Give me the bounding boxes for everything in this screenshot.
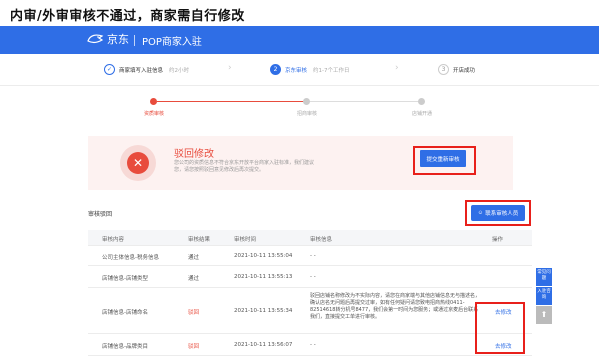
consult-button[interactable]: 入驻咨询 [536,287,552,305]
column-header: 审核内容 [102,237,125,243]
chevron-right-icon: › [395,63,399,73]
column-header: 审核时间 [234,237,257,243]
header-bar: 京东 POP商家入驻 [0,26,599,54]
logo-text: 京东 [107,33,129,46]
column-header: 操作 [492,237,504,243]
progress-label: 店铺开通 [411,111,433,117]
table-row: 店铺信息-店铺命名 驳回 2021-10-11 13:55:34 驳回店铺名称修… [88,288,532,334]
table-row: 店铺信息-品牌类目 驳回 2021-10-11 13:56:07 - - 去修改 [88,334,532,356]
step-number: 2 [270,64,281,75]
table-row: 店铺信息-店铺类型 通过 2021-10-11 13:55:13 - - [88,266,532,288]
review-info: - - [310,274,316,280]
review-content: 公司主体信息-税务信息 [102,255,159,261]
reject-title: 驳回修改 [174,149,214,160]
review-content: 店铺信息-店铺命名 [102,310,148,316]
header-divider [134,35,135,46]
progress-dot [418,98,425,105]
chevron-right-icon: › [228,63,232,73]
review-progress: 资质审核 招商审核 店铺开通 [0,92,599,122]
header-title: POP商家入驻 [142,37,202,48]
highlight-box [475,302,525,354]
step-number: 3 [438,64,449,75]
reject-icon: ✕ [120,145,156,181]
step-fill-info: ✓ 商家填写入驻信息 约2小时 [104,64,189,75]
step-label: 商家填写入驻信息 [119,67,164,74]
page-caption: 内审/外审审核不通过，商家需自行修改 [10,9,245,24]
step-label: 京东审核 [285,67,308,74]
step-check-icon: ✓ [104,64,115,75]
close-icon: ✕ [127,152,149,174]
review-result: 驳回 [188,310,200,316]
review-info: 驳回店铺名称修改为不实际内容，请您在商家端与其他店铺信息无与描述名，确认店名无问… [310,293,481,320]
jd-logo[interactable]: 京东 [86,31,129,47]
review-result: 通过 [188,255,200,261]
review-time: 2021-10-11 13:55:04 [234,253,293,259]
reject-description: 您公司的资质信息不符合京东开放平台商家入驻标准，我们建议您，请您按照驳回意见修改… [174,160,315,173]
progress-line [307,101,422,102]
faq-button[interactable]: 常见问题 [536,268,552,286]
float-toolbar: 常见问题 入驻咨询 ⬆ [536,268,552,325]
review-result: 通过 [188,276,200,282]
column-header: 审核信息 [310,237,333,243]
review-content: 店铺信息-店铺类型 [102,276,148,282]
progress-label: 招商审核 [296,111,318,117]
review-content: 店铺信息-品牌类目 [102,344,148,350]
review-time: 2021-10-11 13:55:34 [234,308,293,314]
step-jd-review: 2 京东审核 约1-7个工作日 [270,64,350,75]
progress-label: 资质审核 [143,111,165,117]
step-label: 开店成功 [453,67,476,74]
highlight-box [413,146,476,175]
review-time: 2021-10-11 13:56:07 [234,342,293,348]
step-bar: ✓ 商家填写入驻信息 约2小时 › 2 京东审核 约1-7个工作日 › 3 开店… [0,54,599,86]
progress-dot [150,98,157,105]
table-header: 审核内容 审核结果 审核时间 审核信息 操作 [88,230,532,246]
back-to-top-icon[interactable]: ⬆ [536,306,552,324]
review-result: 驳回 [188,344,200,350]
column-header: 审核结果 [188,237,211,243]
jd-dog-icon [87,34,104,43]
step-open-shop: 3 开店成功 [438,64,475,75]
step-sub: 约1-7个工作日 [313,67,350,74]
page: 内审/外审审核不通过，商家需自行修改 京东 POP商家入驻 ✓ 商家填写入驻信息… [0,0,599,360]
review-time: 2021-10-11 13:55:13 [234,274,293,280]
section-title: 审核驳回 [88,211,113,218]
review-info: - - [310,253,316,259]
table-row: 公司主体信息-税务信息 通过 2021-10-11 13:55:04 - - [88,246,532,266]
progress-line [157,101,307,102]
step-sub: 约2小时 [169,67,190,74]
progress-dot [303,98,310,105]
review-info: - - [310,342,316,348]
highlight-box [465,200,531,226]
